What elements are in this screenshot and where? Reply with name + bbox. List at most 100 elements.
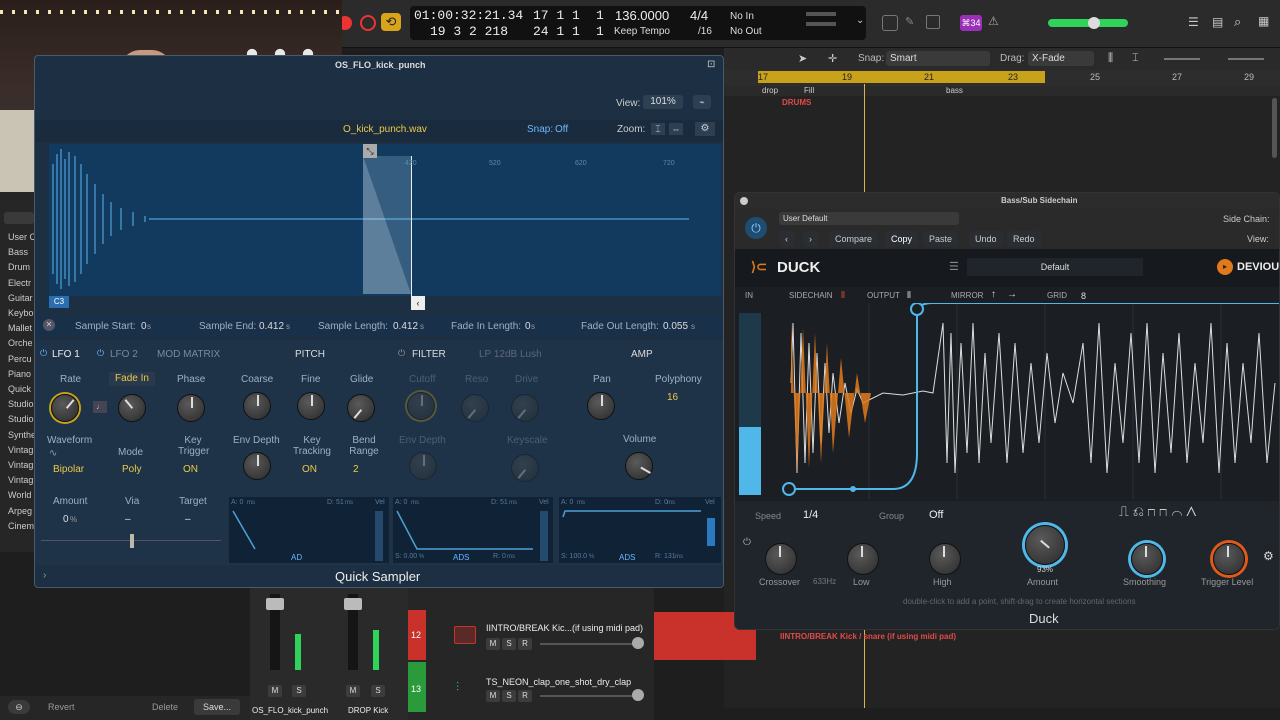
mute-button-1[interactable]: M (268, 685, 282, 697)
mute-button-2[interactable]: M (346, 685, 360, 697)
sidechain-label[interactable]: SIDECHAIN (789, 291, 833, 300)
env3-attack[interactable]: A: 0 (561, 499, 573, 506)
speed-value[interactable]: 1/4 (803, 509, 818, 521)
marker-drop[interactable]: drop (762, 86, 778, 95)
marker-bass[interactable]: bass (946, 86, 963, 95)
lfo2-power-icon[interactable]: ⏻ (97, 348, 104, 359)
time-signature[interactable]: 4/4 (690, 8, 708, 23)
amount-slider-thumb[interactable] (130, 534, 134, 548)
scrollbar[interactable] (1272, 98, 1277, 158)
env3-vel-bar[interactable] (707, 518, 715, 546)
fade-out-curve[interactable] (363, 156, 413, 296)
library-item[interactable]: Mallet (8, 323, 34, 333)
menu-icon[interactable]: ☰ (949, 260, 959, 273)
keyscale-knob[interactable] (511, 454, 539, 482)
library-item[interactable]: Arpeg (8, 506, 34, 516)
env2-sustain[interactable]: S: 0.00 (395, 553, 417, 560)
waveform-shape-icon[interactable]: ∿ (49, 448, 57, 459)
library-item[interactable]: Electr (8, 278, 34, 288)
sample-end-marker[interactable] (411, 156, 412, 304)
sample-length-value[interactable]: 0.412 (393, 321, 418, 332)
volume-knob[interactable] (1088, 17, 1100, 29)
library-item[interactable]: Drum (8, 262, 34, 272)
tab-mod-matrix[interactable]: MOD MATRIX (157, 349, 220, 360)
env2-vel-bar[interactable] (540, 511, 548, 561)
zoom-slider-h[interactable] (1228, 58, 1264, 60)
tab-lfo1[interactable]: LFO 1 (52, 349, 80, 360)
warning-icon[interactable]: ⚠ (988, 14, 999, 28)
count-badge[interactable]: ⌘34 (960, 15, 982, 31)
view-select[interactable]: 101% (643, 95, 683, 109)
crossover-knob[interactable] (765, 543, 797, 575)
undo-button[interactable]: Undo (969, 231, 1003, 247)
window-resize-icon[interactable]: ⊡ (707, 59, 715, 70)
track-12-mute[interactable]: M (486, 638, 500, 650)
output-label[interactable]: OUTPUT (867, 291, 900, 300)
phase-knob[interactable] (177, 394, 205, 422)
grid-value[interactable]: 8 (1081, 291, 1086, 301)
link-icon[interactable]: ⌁ (693, 95, 711, 109)
text-icon[interactable]: ⌶ (1132, 52, 1139, 65)
track-13-record[interactable]: R (518, 690, 532, 702)
mode-value[interactable]: Poly (122, 464, 141, 475)
amount-knob[interactable] (1025, 525, 1065, 565)
duck-preset-select[interactable]: Default (967, 258, 1143, 276)
chevron-right-icon[interactable]: › (43, 570, 46, 581)
library-item[interactable]: Orche (8, 338, 34, 348)
gear-icon[interactable]: ⚙ (695, 122, 715, 136)
waveform-zoom-icon[interactable]: ⫼ (1108, 52, 1113, 65)
drag-select[interactable]: X-Fade (1028, 51, 1094, 66)
fade-in-knob[interactable] (118, 394, 146, 422)
back-button[interactable]: ‹ (779, 231, 794, 247)
zoom-vertical-icon[interactable]: ⌶ (651, 123, 665, 135)
edit-icon[interactable]: ✎ (905, 15, 914, 28)
sample-start-value[interactable]: 0 (141, 321, 147, 332)
fade-in-value[interactable]: 0 (525, 321, 531, 332)
track-12-pan-knob[interactable] (632, 637, 644, 649)
drums-region-label[interactable]: DRUMS (782, 98, 811, 107)
env1-attack[interactable]: A: 0 (231, 499, 243, 506)
library-item[interactable]: Keybo (8, 308, 34, 318)
tempo[interactable]: 136.0000 (615, 8, 669, 23)
fine-knob[interactable] (297, 392, 325, 420)
division[interactable]: /16 (698, 26, 712, 37)
library-item[interactable]: Synthe (8, 430, 34, 440)
delete-button[interactable]: Delete (152, 702, 178, 712)
library-item[interactable]: Percu (8, 354, 34, 364)
tuner-icon[interactable] (882, 15, 898, 31)
strip-2-name[interactable]: DROP Kick (348, 706, 388, 715)
env1-mode[interactable]: AD (291, 553, 302, 562)
pointer-tool-icon[interactable]: ➤ (798, 52, 807, 65)
browser-icon[interactable]: ▦ (1258, 14, 1269, 28)
lfo1-power-icon[interactable]: ⏻ (40, 348, 47, 359)
tab-lfo2[interactable]: LFO 2 (110, 349, 138, 360)
env3-release[interactable]: R: 131 (655, 553, 676, 560)
root-note[interactable]: C3 (49, 296, 69, 308)
env2-attack[interactable]: A: 0 (395, 499, 407, 506)
library-item[interactable]: Vintag (8, 460, 34, 470)
track-13-pan-knob[interactable] (632, 689, 644, 701)
library-item[interactable]: Vintag (8, 445, 34, 455)
zoom-slider-v[interactable] (1164, 58, 1200, 60)
compare-button[interactable]: Compare (829, 231, 879, 247)
fader-1-cap[interactable] (266, 598, 284, 610)
library-item[interactable]: Vintag (8, 475, 34, 485)
note-sync-icon[interactable]: ♩ (93, 401, 107, 413)
track-12-solo[interactable]: S (502, 638, 516, 650)
mirror-horizontal-icon[interactable]: → (1007, 289, 1017, 300)
copy-button[interactable]: Copy (885, 231, 919, 247)
env1-vel-bar[interactable] (375, 511, 383, 561)
notepad-icon[interactable]: ▤ (1212, 15, 1223, 29)
env2-decay[interactable]: D: 51 (491, 499, 508, 506)
marker-fill[interactable]: Fill (804, 86, 814, 95)
low-knob[interactable] (847, 543, 879, 575)
file-name[interactable]: O_kick_punch.wav (343, 124, 427, 135)
track-13-mute[interactable]: M (486, 690, 500, 702)
library-search[interactable] (4, 212, 34, 224)
env3-mode[interactable]: ADS (619, 553, 635, 562)
preset-select[interactable]: User Default (779, 212, 959, 225)
paste-button[interactable]: Paste (923, 231, 959, 247)
list-view-icon[interactable]: ☰ (1188, 15, 1199, 29)
reso-knob[interactable] (461, 394, 489, 422)
track-12-name[interactable]: IINTRO/BREAK Kic...(if using midi pad) (486, 623, 643, 633)
